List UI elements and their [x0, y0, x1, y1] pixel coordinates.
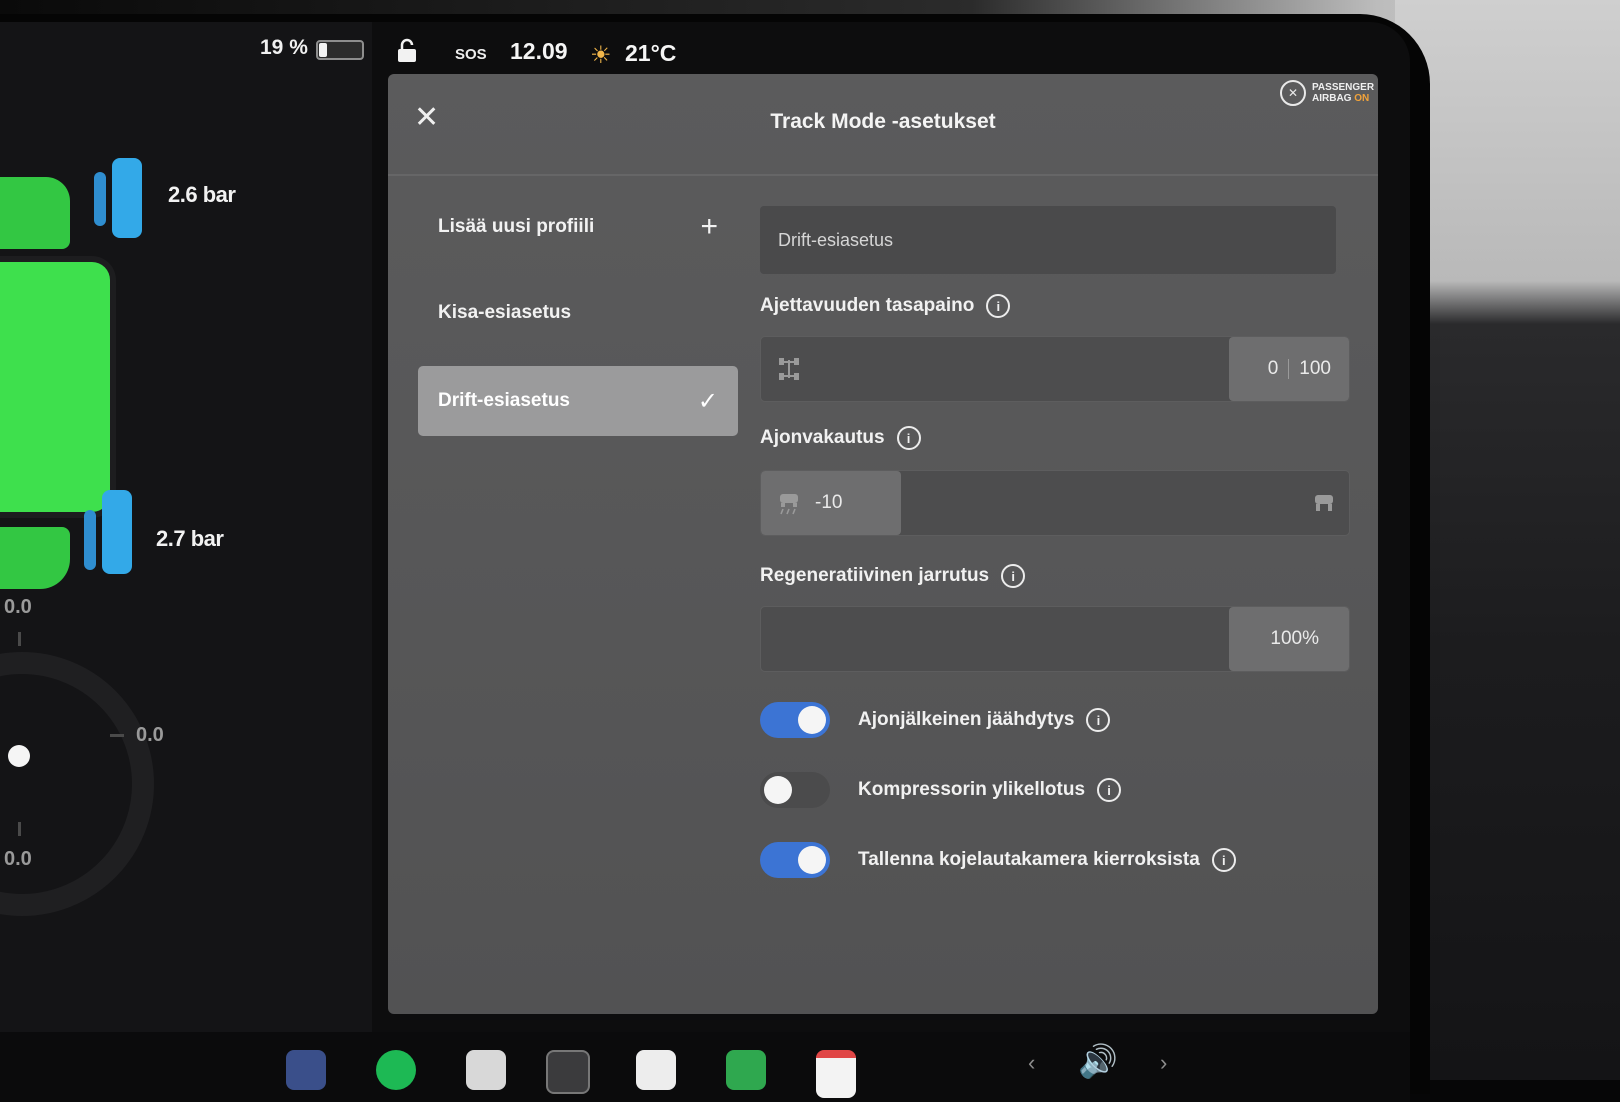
toggle-label: Tallenna kojelautakamera kierroksista i [858, 848, 1236, 872]
toggle-knob [764, 776, 792, 804]
plus-icon: + [700, 210, 718, 243]
handling-balance-label: Ajettavuuden tasapaino i [760, 294, 1011, 318]
post-drive-cooling-toggle[interactable] [760, 702, 830, 738]
checkmark-icon: ✓ [697, 387, 718, 415]
info-icon[interactable]: i [1097, 778, 1122, 802]
toggle-label: Ajonjälkeinen jäähdytys i [858, 708, 1111, 732]
volume-up-chevron-icon[interactable]: › [1160, 1050, 1167, 1076]
sun-icon: ☀ [590, 42, 612, 69]
outside-temperature: 21°C [625, 40, 677, 66]
track-mode-settings-dialog: ✕ Track Mode -asetukset Lisää uusi profi… [388, 74, 1378, 1014]
car-status-panel: 19 % 2.6 bar 2.7 bar 0.0 0.0 0.0 [0, 22, 372, 1032]
toggle-knob [798, 706, 826, 734]
airbag-label-line2: AIRBAG [1312, 93, 1352, 104]
toggle-knob [798, 846, 826, 874]
g-force-gauge [0, 652, 154, 916]
airbag-icon: ✕ [1280, 80, 1306, 106]
stability-assist-label: Ajonvakautus i [760, 426, 921, 450]
front-tire-pressure: 2.6 bar [168, 182, 236, 207]
car-rear-axle [0, 527, 70, 589]
compressor-overclock-toggle[interactable] [760, 772, 830, 808]
battery-icon [316, 40, 364, 60]
toggle-row-dashcam-laps: Tallenna kojelautakamera kierroksista i [760, 842, 1236, 878]
dialog-title: Track Mode -asetukset [770, 110, 996, 133]
info-icon[interactable]: i [1086, 708, 1111, 732]
rear-balance-value: 100 [1299, 358, 1331, 379]
gauge-tick-bottom [18, 822, 21, 836]
gauge-value-bottom: 0.0 [4, 848, 32, 870]
navigation-app-icon[interactable] [286, 1050, 326, 1090]
info-icon[interactable]: i [896, 426, 921, 450]
stability-assist-slider[interactable]: -10 [760, 470, 1350, 536]
sos-indicator[interactable]: SOS [455, 46, 487, 63]
airbag-label-line1: PASSENGER [1312, 82, 1375, 93]
stability-assist-value: -10 [815, 492, 843, 513]
rear-tire [102, 490, 132, 574]
toggle-label-text: Ajonjälkeinen jäähdytys [858, 709, 1075, 730]
handling-balance-values: 0 100 [1268, 337, 1331, 401]
passenger-airbag-indicator: ✕ PASSENGER AIRBAG ON [1280, 80, 1374, 106]
stability-assist-text: Ajonvakautus [760, 427, 885, 448]
gauge-tick-right [110, 734, 124, 737]
car-stable-icon [1313, 471, 1335, 535]
front-tire-inner [94, 172, 106, 226]
car-slip-icon [777, 471, 801, 535]
lock-icon[interactable] [395, 38, 419, 69]
battery-percent: 19 % [260, 36, 308, 59]
taskbar [0, 1032, 1410, 1102]
regen-braking-text: Regeneratiivinen jarrutus [760, 565, 990, 586]
front-balance-value: 0 [1267, 358, 1279, 379]
rear-tire-pressure: 2.7 bar [156, 526, 224, 551]
car-body-top-view [0, 262, 110, 512]
clock: 12.09 [510, 38, 568, 64]
profile-label: Drift-esiasetus [438, 390, 570, 411]
toggle-label-text: Kompressorin ylikellotus [858, 779, 1086, 800]
toggle-row-compressor-overclock: Kompressorin ylikellotus i [760, 772, 1122, 808]
g-force-dot [8, 745, 30, 767]
regen-braking-value: 100% [1270, 628, 1319, 649]
gauge-tick-top [18, 632, 21, 646]
regen-braking-label: Regeneratiivinen jarrutus i [760, 564, 1026, 588]
dashcam-laps-toggle[interactable] [760, 842, 830, 878]
value-divider [1288, 359, 1290, 379]
front-tire [112, 158, 142, 238]
energy-app-icon[interactable] [726, 1050, 766, 1090]
toggle-row-post-drive-cooling: Ajonjälkeinen jäähdytys i [760, 702, 1111, 738]
touchscreen: 19 % 2.6 bar 2.7 bar 0.0 0.0 0.0 SOS 12.… [0, 22, 1410, 1102]
regen-braking-slider[interactable]: 100% [760, 606, 1350, 672]
dialog-header: ✕ Track Mode -asetukset [388, 74, 1378, 176]
rear-tire-inner [84, 510, 96, 570]
profile-label: Kisa-esiasetus [438, 302, 572, 323]
theater-app-icon[interactable] [466, 1050, 506, 1090]
toggle-label-text: Tallenna kojelautakamera kierroksista [858, 849, 1200, 870]
info-icon[interactable]: i [1211, 848, 1236, 872]
notes-app-icon[interactable] [636, 1050, 676, 1090]
profile-name-input[interactable] [760, 206, 1336, 274]
profile-item-drift[interactable]: Drift-esiasetus ✓ [418, 366, 738, 436]
handling-balance-slider[interactable]: 0 100 [760, 336, 1350, 402]
airbag-text: PASSENGER AIRBAG ON [1312, 82, 1374, 104]
volume-down-chevron-icon[interactable]: ‹ [1028, 1050, 1035, 1076]
toybox-app-icon[interactable] [546, 1050, 590, 1094]
spotify-app-icon[interactable] [376, 1050, 416, 1090]
profile-item-race[interactable]: Kisa-esiasetus [418, 278, 738, 348]
gauge-value-top: 0.0 [4, 596, 32, 618]
axle-balance-icon [777, 337, 801, 401]
volume-icon[interactable]: 🔊 [1078, 1042, 1118, 1080]
info-icon[interactable]: i [1001, 564, 1026, 588]
battery-level-fill [319, 43, 327, 57]
calendar-app-icon[interactable] [816, 1050, 856, 1098]
airbag-state: ON [1354, 93, 1370, 104]
add-profile-button[interactable]: Lisää uusi profiili + [418, 192, 738, 262]
profile-label: Lisää uusi profiili [438, 216, 595, 237]
toggle-label: Kompressorin ylikellotus i [858, 778, 1122, 802]
handling-balance-text: Ajettavuuden tasapaino [760, 295, 975, 316]
gauge-value-right: 0.0 [136, 724, 164, 746]
info-icon[interactable]: i [986, 294, 1011, 318]
car-front-axle [0, 177, 70, 249]
